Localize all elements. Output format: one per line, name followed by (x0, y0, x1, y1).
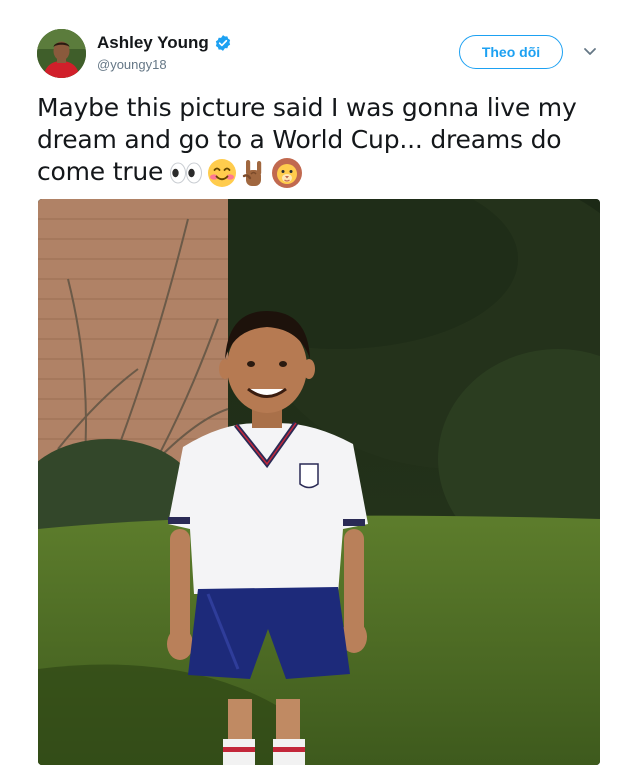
tweet-text: Maybe this picture said I was gonna live… (37, 92, 597, 189)
display-name[interactable]: Ashley Young (97, 33, 209, 53)
chevron-down-icon[interactable] (582, 43, 598, 59)
smiling-face-emoji-icon (208, 159, 237, 187)
sign-of-horns-emoji-icon (243, 160, 262, 186)
verified-badge-icon (214, 34, 232, 52)
tweet-photo[interactable] (38, 199, 600, 765)
lion-face-emoji-icon (272, 158, 303, 188)
eyes-emoji-icon (170, 162, 203, 184)
follow-button[interactable]: Theo dõi (459, 35, 563, 69)
user-name-row[interactable]: Ashley Young (97, 33, 232, 53)
tweet-body: Maybe this picture said I was gonna live… (37, 93, 577, 186)
avatar[interactable] (37, 29, 86, 78)
user-handle[interactable]: @youngy18 (97, 57, 167, 73)
tweet-card: Ashley Young @youngy18 Theo dõi Maybe th… (0, 0, 630, 766)
emoji-group (169, 157, 303, 189)
